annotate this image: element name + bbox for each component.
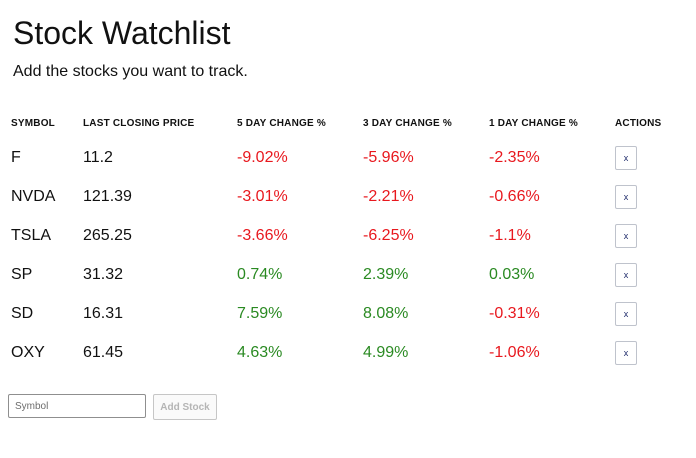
column-header-1-day-change: 1 DAY CHANGE % xyxy=(489,117,578,129)
price-cell: 16.31 xyxy=(83,304,124,322)
symbol-cell: F xyxy=(11,148,21,166)
change-5-day-cell: -9.02% xyxy=(237,148,288,166)
page-subtitle: Add the stocks you want to track. xyxy=(13,63,248,80)
remove-stock-button[interactable]: x xyxy=(615,301,637,326)
change-1-day-cell: -0.31% xyxy=(489,304,540,322)
change-5-day-cell: 7.59% xyxy=(237,304,283,322)
price-cell: 121.39 xyxy=(83,187,132,205)
change-3-day-cell: 2.39% xyxy=(363,265,409,283)
actions-cell: x xyxy=(615,294,675,333)
change-1-day-cell: 0.03% xyxy=(489,265,535,283)
remove-stock-button[interactable]: x xyxy=(615,223,637,248)
column-header-actions: ACTIONS xyxy=(615,117,662,129)
remove-stock-button[interactable]: x xyxy=(615,145,637,170)
symbol-cell: OXY xyxy=(11,343,45,361)
remove-stock-button[interactable]: x xyxy=(615,340,637,365)
symbol-cell: SP xyxy=(11,265,33,283)
column-header-last-closing-price: LAST CLOSING PRICE xyxy=(83,117,195,129)
actions-cell: x xyxy=(615,138,675,177)
watchlist-page: Stock Watchlist Add the stocks you want … xyxy=(0,0,696,458)
change-3-day-cell: -6.25% xyxy=(363,226,414,244)
change-5-day-cell: 4.63% xyxy=(237,343,283,361)
price-cell: 31.32 xyxy=(83,265,124,283)
actions-cell: x xyxy=(615,333,675,372)
change-5-day-cell: -3.01% xyxy=(237,187,288,205)
change-5-day-cell: 0.74% xyxy=(237,265,283,283)
price-cell: 61.45 xyxy=(83,343,124,361)
change-3-day-cell: -5.96% xyxy=(363,148,414,166)
remove-stock-button[interactable]: x xyxy=(615,262,637,287)
change-1-day-cell: -1.06% xyxy=(489,343,540,361)
remove-stock-button[interactable]: x xyxy=(615,184,637,209)
change-3-day-cell: 8.08% xyxy=(363,304,409,322)
symbol-cell: TSLA xyxy=(11,226,52,244)
table-row: TSLA 265.25 -3.66% -6.25% -1.1% x xyxy=(0,216,675,255)
change-3-day-cell: 4.99% xyxy=(363,343,409,361)
actions-cell: x xyxy=(615,255,675,294)
change-1-day-cell: -1.1% xyxy=(489,226,531,244)
price-cell: 265.25 xyxy=(83,226,132,244)
table-row: SP 31.32 0.74% 2.39% 0.03% x xyxy=(0,255,675,294)
table-row: NVDA 121.39 -3.01% -2.21% -0.66% x xyxy=(0,177,675,216)
price-cell: 11.2 xyxy=(83,148,113,166)
change-1-day-cell: -2.35% xyxy=(489,148,540,166)
table-row: OXY 61.45 4.63% 4.99% -1.06% x xyxy=(0,333,675,372)
change-3-day-cell: -2.21% xyxy=(363,187,414,205)
table-header-row: SYMBOL LAST CLOSING PRICE 5 DAY CHANGE %… xyxy=(0,108,675,138)
column-header-5-day-change: 5 DAY CHANGE % xyxy=(237,117,326,129)
change-5-day-cell: -3.66% xyxy=(237,226,288,244)
actions-cell: x xyxy=(615,216,675,255)
symbol-input[interactable] xyxy=(8,394,146,418)
symbol-cell: SD xyxy=(11,304,34,322)
add-stock-button[interactable]: Add Stock xyxy=(153,394,217,420)
column-header-symbol: SYMBOL xyxy=(11,117,55,129)
symbol-cell: NVDA xyxy=(11,187,56,205)
table-row: F 11.2 -9.02% -5.96% -2.35% x xyxy=(0,138,675,177)
actions-cell: x xyxy=(615,177,675,216)
column-header-3-day-change: 3 DAY CHANGE % xyxy=(363,117,452,129)
watchlist-table: SYMBOL LAST CLOSING PRICE 5 DAY CHANGE %… xyxy=(0,108,675,372)
table-row: SD 16.31 7.59% 8.08% -0.31% x xyxy=(0,294,675,333)
page-title: Stock Watchlist xyxy=(13,15,231,51)
change-1-day-cell: -0.66% xyxy=(489,187,540,205)
